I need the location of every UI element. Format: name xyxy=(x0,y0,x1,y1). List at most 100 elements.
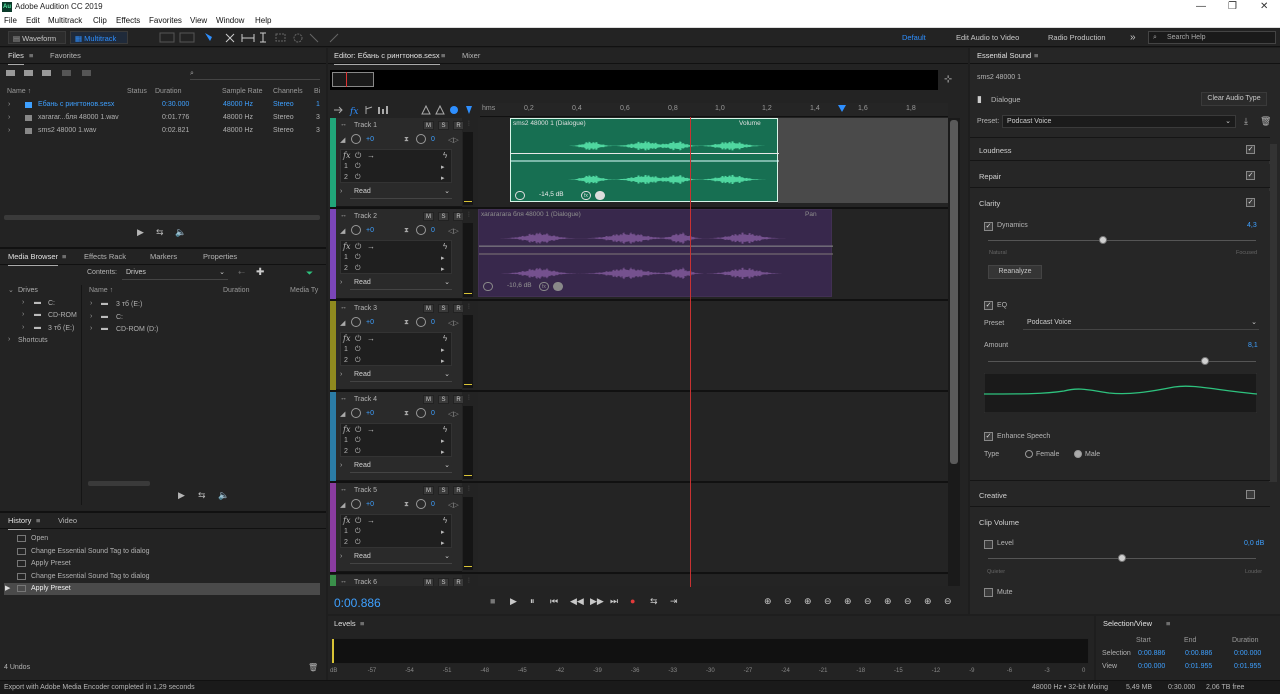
eq-amount-slider-knob[interactable] xyxy=(1201,357,1210,365)
current-time-display[interactable]: 0:00.886 xyxy=(334,596,381,610)
zoom-in-tracks-button[interactable]: ⊕ xyxy=(924,596,932,607)
trash-icon[interactable]: 🗑 xyxy=(1260,116,1271,127)
expand-arrow-icon[interactable]: › xyxy=(22,299,24,306)
track-name[interactable]: Track 2 xyxy=(354,213,377,220)
skip-selection-button[interactable]: ⇥ xyxy=(670,596,678,607)
track-name[interactable]: Track 1 xyxy=(354,122,377,129)
fx-slot-power-icon[interactable]: ⏻ xyxy=(355,163,361,171)
play-button[interactable]: ▶ xyxy=(510,596,517,607)
mb-loop-button[interactable]: ⇆ xyxy=(198,490,206,501)
save-preset-icon[interactable]: ⤓ xyxy=(1244,116,1248,127)
expand-arrow-icon[interactable]: › xyxy=(340,279,342,286)
clarity-checkbox[interactable]: ✓ xyxy=(1246,198,1255,207)
sv-view-end[interactable]: 0:01.955 xyxy=(1185,663,1212,670)
fx-bolt-icon[interactable]: ϟ xyxy=(443,242,447,251)
zoom-selection-button[interactable]: ⊖ xyxy=(904,596,912,607)
rewind-button[interactable]: ◀◀ xyxy=(570,596,584,607)
fx-slot-power-icon[interactable]: ⏻ xyxy=(355,254,361,262)
drive-tree-item[interactable]: › ▬ CD-ROM xyxy=(22,310,96,322)
more-workspaces-button[interactable]: » xyxy=(1126,31,1140,44)
media-list-item[interactable]: › ▬ CD-ROM (D:) xyxy=(88,324,318,336)
file-row[interactable]: › хагагаг...бля 48000 1.wav 0:01.776 48000 … xyxy=(0,112,326,125)
pan-knob[interactable] xyxy=(416,316,426,327)
zoom-to-selection-icon[interactable]: ⊹ xyxy=(944,74,952,85)
track-name[interactable]: Track 6 xyxy=(354,579,377,586)
zoom-out-time-button[interactable]: ⊖ xyxy=(824,596,832,607)
fx-slot-arrow-icon[interactable]: ▸ xyxy=(441,357,445,365)
repair-section[interactable]: Repair ✓ xyxy=(970,164,1270,188)
track-lane[interactable] xyxy=(478,574,948,586)
volume-knob[interactable] xyxy=(351,499,361,510)
time-ruler[interactable]: hms 0,2 0,4 0,6 0,8 1,0 1,2 1,4 1,6 1,8 xyxy=(480,103,948,117)
pan-knob[interactable] xyxy=(416,225,426,236)
fx-slot-power-icon[interactable]: ⏻ xyxy=(355,357,361,365)
sv-selection-end[interactable]: 0:00.886 xyxy=(1185,650,1212,657)
media-list-item[interactable]: › ▬ 3 тб (E:) xyxy=(88,299,318,311)
track-menu-icon[interactable]: ⋮ xyxy=(466,577,472,584)
waveform-view-button[interactable]: ▤ Waveform xyxy=(8,31,66,44)
close-button[interactable]: ✕ xyxy=(1260,1,1268,12)
expand-arrow-icon[interactable]: › xyxy=(22,311,24,318)
col-sample-rate[interactable]: Sample Rate xyxy=(222,88,262,95)
files-autoplay-button[interactable]: 🔈 xyxy=(175,227,186,238)
eq-checkbox[interactable]: ✓ xyxy=(984,301,993,310)
zoom-out-tracks-button[interactable]: ⊖ xyxy=(944,596,952,607)
track-m-button[interactable]: M xyxy=(423,212,434,222)
automation-mode-dropdown[interactable]: Read ⌄ xyxy=(350,186,452,199)
menu-window[interactable]: Window xyxy=(216,16,244,25)
track-r-button[interactable]: R xyxy=(453,577,464,586)
fx-bolt-icon[interactable]: ϟ xyxy=(443,425,447,434)
volume-knob[interactable] xyxy=(351,407,361,418)
files-toolbar-icons[interactable] xyxy=(6,68,106,78)
back-icon[interactable]: ⇠ xyxy=(238,268,245,277)
sv-view-duration[interactable]: 0:01.955 xyxy=(1234,663,1261,670)
history-item[interactable]: Change Essential Sound Tag to dialog xyxy=(4,571,320,583)
fx-power-icon[interactable]: ⏻ xyxy=(355,334,361,344)
panel-menu-icon[interactable]: ≡ xyxy=(29,48,33,64)
zoom-in-point-button[interactable]: ⊕ xyxy=(844,596,852,607)
col-name[interactable]: Name ↑ xyxy=(7,88,31,95)
files-hscrollbar[interactable] xyxy=(4,215,320,220)
track-pan-value[interactable]: 0 xyxy=(431,501,435,508)
col-channels[interactable]: Channels xyxy=(273,88,303,95)
drive-tree-item[interactable]: › Shortcuts xyxy=(8,335,82,347)
track-r-button[interactable]: R xyxy=(453,394,464,404)
pan-knob[interactable] xyxy=(416,499,426,510)
file-row[interactable]: › Ебань с рингтонов.sesx 0:30.000 48000 Hz S… xyxy=(0,99,326,112)
track-menu-icon[interactable]: ⋮ xyxy=(466,485,472,492)
track-m-button[interactable]: M xyxy=(423,486,434,496)
files-loop-button[interactable]: ⇆ xyxy=(156,227,164,238)
workspace-radio-production[interactable]: Radio Production xyxy=(1044,31,1110,44)
fx-slot-arrow-icon[interactable]: ▸ xyxy=(441,174,445,182)
menu-edit[interactable]: Edit xyxy=(26,16,40,25)
menu-effects[interactable]: Effects xyxy=(116,16,140,25)
track-header-toolbar[interactable]: fx xyxy=(332,104,480,116)
track-pan-value[interactable]: 0 xyxy=(431,410,435,417)
track-volume-value[interactable]: +0 xyxy=(366,227,374,234)
fx-icon[interactable]: fx xyxy=(343,334,350,343)
menu-clip[interactable]: Clip xyxy=(93,16,107,25)
multitrack-view-button[interactable]: ▦ Multitrack xyxy=(70,31,128,44)
track-move-icon[interactable]: ↔ xyxy=(340,395,347,402)
track-move-icon[interactable]: ↔ xyxy=(340,304,347,311)
fx-power-icon[interactable]: ⏻ xyxy=(355,425,361,435)
track-s-button[interactable]: S xyxy=(438,394,449,404)
tab-media-browser[interactable]: Media Browser xyxy=(8,249,59,266)
fx-icon[interactable]: fx xyxy=(343,242,350,251)
dynamics-checkbox[interactable]: ✓ xyxy=(984,222,993,231)
tab-markers[interactable]: Markers xyxy=(150,249,177,265)
fx-power-icon[interactable]: ⏻ xyxy=(355,151,361,161)
enhance-speech-checkbox[interactable]: ✓ xyxy=(984,432,993,441)
maximize-button[interactable]: ❐ xyxy=(1228,1,1237,12)
track-menu-icon[interactable]: ⋮ xyxy=(466,394,472,401)
fx-slot-arrow-icon[interactable]: ▸ xyxy=(441,346,445,354)
fx-slot-arrow-icon[interactable]: ▸ xyxy=(441,254,445,262)
mb-col-media-type[interactable]: Media Ty xyxy=(290,287,318,294)
expand-arrow-icon[interactable]: › xyxy=(8,336,10,343)
fx-route-icon[interactable]: → xyxy=(367,242,375,251)
tab-effects-rack[interactable]: Effects Rack xyxy=(84,249,126,265)
expand-arrow-icon[interactable]: › xyxy=(340,371,342,378)
fx-icon[interactable]: fx xyxy=(343,151,350,160)
drive-tree-item[interactable]: › ▬ 3 тб (E:) xyxy=(22,323,96,335)
fx-slot-power-icon[interactable]: ⏻ xyxy=(355,346,361,354)
